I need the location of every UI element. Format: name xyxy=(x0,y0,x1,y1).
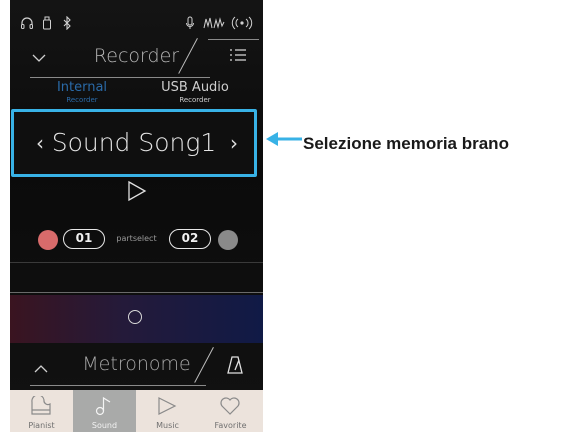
nav-label: Music xyxy=(156,421,179,430)
next-song-button[interactable]: › xyxy=(230,112,238,174)
song-name: Sound Song1 xyxy=(51,128,217,157)
play-button[interactable] xyxy=(126,180,148,206)
part2-record-indicator[interactable] xyxy=(218,230,238,250)
recorder-tabs: Internal Recorder USB Audio Recorder xyxy=(10,80,263,108)
circle-icon[interactable] xyxy=(128,310,142,324)
divider xyxy=(10,292,263,293)
heart-icon xyxy=(220,397,240,415)
bluetooth-icon xyxy=(62,10,72,34)
part2-button[interactable]: 02 xyxy=(169,229,211,249)
nav-label: Favorite xyxy=(214,421,247,430)
play-icon xyxy=(128,180,147,202)
nav-music[interactable]: Music xyxy=(136,390,199,432)
part-select: 01 partselect 02 xyxy=(10,225,263,255)
music-note-icon xyxy=(95,396,111,416)
tab-internal-recorder[interactable]: Internal Recorder xyxy=(22,80,142,105)
nav-sound[interactable]: Sound xyxy=(73,390,136,432)
tab-label: USB Audio xyxy=(161,80,229,95)
app-screen: Recorder Internal Recorder USB Audio Rec… xyxy=(10,0,263,432)
wireless-icon xyxy=(231,10,253,34)
volume-band xyxy=(10,295,263,343)
nav-label: Sound xyxy=(91,421,118,430)
midi-icon xyxy=(203,10,225,34)
metronome-icon[interactable] xyxy=(226,355,244,379)
tab-sublabel: Recorder xyxy=(179,96,211,104)
tab-sublabel: Recorder xyxy=(66,96,98,104)
header-underline-right xyxy=(208,39,259,40)
page-title: Recorder xyxy=(93,45,180,67)
recorder-header: Recorder xyxy=(10,34,263,78)
piano-icon xyxy=(31,396,51,415)
nav-pianist[interactable]: Pianist xyxy=(10,390,73,432)
bottom-navigation: Pianist Sound Music Favorite xyxy=(10,390,263,432)
nav-label: Pianist xyxy=(28,421,55,430)
header-underline xyxy=(30,77,210,78)
headphones-icon xyxy=(20,10,34,34)
status-bar xyxy=(10,10,263,34)
tab-usb-audio-recorder[interactable]: USB Audio Recorder xyxy=(135,80,255,105)
callout-label: Selezione memoria brano xyxy=(303,134,509,153)
tab-label: Internal xyxy=(56,80,108,95)
usb-memory-icon xyxy=(42,10,52,34)
metronome-underline xyxy=(30,385,206,386)
nav-favorite[interactable]: Favorite xyxy=(199,390,262,432)
microphone-icon xyxy=(185,10,195,34)
menu-list-icon[interactable] xyxy=(229,47,247,66)
callout-arrow-icon xyxy=(266,132,302,146)
play-icon xyxy=(158,397,177,415)
metronome-bar: Metronome xyxy=(10,343,263,389)
divider xyxy=(10,262,263,263)
song-selector: ‹ Sound Song1 › xyxy=(11,109,257,177)
